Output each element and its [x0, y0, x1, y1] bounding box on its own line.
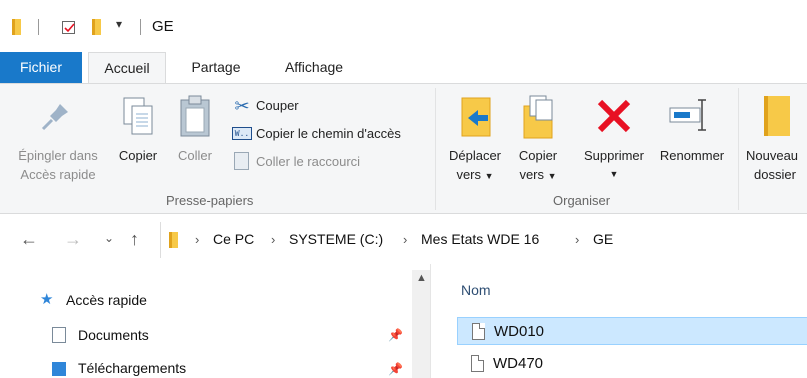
tab-fichier[interactable]: Fichier	[0, 52, 82, 83]
pin-icon: 📌	[388, 362, 403, 376]
move-label-line2: vers	[456, 167, 481, 182]
file-icon	[471, 355, 484, 372]
copy-path-icon: W..	[232, 127, 252, 140]
address-bar: ← → ⌄ ↑ › Ce PC › SYSTEME (C:) › Mes Eta…	[0, 218, 807, 264]
chevron-right-icon: ›	[403, 232, 408, 247]
copy-to-label-line1: Copier	[518, 148, 558, 163]
chevron-right-icon: ›	[575, 232, 580, 247]
title-bar: ▾ GE	[0, 0, 807, 52]
pin-label-line2: Accès rapide	[20, 167, 96, 182]
copy-to-button[interactable]: Copier vers ▼	[510, 146, 566, 186]
paste-button[interactable]: Coller	[170, 146, 220, 165]
file-name: WD470	[493, 355, 544, 372]
tab-affichage[interactable]: Affichage	[272, 52, 356, 83]
paste-shortcut-icon	[234, 152, 249, 170]
new-folder-button[interactable]: Nouveau dossier	[746, 146, 807, 184]
divider	[38, 19, 39, 35]
file-row[interactable]: WD470	[457, 350, 807, 378]
up-arrow-icon[interactable]: ↑	[130, 229, 139, 250]
path-box[interactable]: › Ce PC › SYSTEME (C:) › Mes Etats WDE 1…	[160, 222, 807, 258]
file-row[interactable]: WD010	[457, 317, 807, 345]
nav-item-quick-access[interactable]: Accès rapide	[66, 292, 147, 308]
file-icon	[472, 323, 485, 340]
star-icon: ★	[40, 291, 54, 308]
properties-checkbox-icon[interactable]	[62, 21, 75, 34]
copy-icon	[120, 96, 156, 143]
chevron-right-icon: ›	[195, 232, 200, 247]
move-to-icon	[458, 96, 494, 143]
nav-scrollbar[interactable]: ▲	[412, 270, 430, 378]
back-arrow-icon[interactable]: ←	[20, 229, 38, 250]
breadcrumb-mes-etats[interactable]: Mes Etats WDE 16	[421, 231, 539, 247]
file-list: Nom WD010 WD470	[430, 264, 807, 378]
new-folder-label-line2: dossier	[754, 167, 796, 182]
group-divider	[435, 88, 436, 210]
breadcrumb-ge[interactable]: GE	[593, 231, 613, 247]
file-name: WD010	[494, 323, 545, 340]
dropdown-arrow-icon: ▼	[609, 169, 619, 179]
scissors-icon: ✂	[234, 96, 250, 116]
group-divider	[738, 88, 739, 210]
clipboard-group-label: Presse-papiers	[166, 193, 254, 208]
paste-shortcut-button[interactable]: Coller le raccourci	[256, 152, 360, 171]
move-label-line1: Déplacer	[448, 148, 502, 163]
copy-to-icon	[518, 94, 558, 143]
new-folder-label-line1: Nouveau	[746, 148, 799, 163]
forward-arrow-icon[interactable]: →	[64, 229, 82, 250]
recent-locations-chevron-icon[interactable]: ⌄	[104, 231, 114, 245]
rename-button[interactable]: Renommer	[654, 146, 730, 165]
rename-icon	[668, 98, 712, 137]
organize-group-label: Organiser	[553, 193, 611, 208]
pin-icon	[38, 100, 72, 137]
new-folder-quick-icon[interactable]	[92, 19, 101, 35]
downloads-icon	[52, 362, 66, 376]
copy-button[interactable]: Copier	[113, 146, 163, 165]
pin-quick-access-button[interactable]: Épingler dans Accès rapide	[6, 146, 110, 184]
nav-item-downloads[interactable]: Téléchargements	[78, 360, 186, 376]
dropdown-arrow-icon: ▼	[547, 171, 557, 181]
tab-partage[interactable]: Partage	[180, 52, 252, 83]
move-to-button[interactable]: Déplacer vers ▼	[442, 146, 508, 186]
nav-item-documents[interactable]: Documents	[78, 327, 149, 343]
documents-icon	[52, 327, 66, 343]
tab-accueil[interactable]: Accueil	[88, 52, 166, 84]
breadcrumb-ce-pc[interactable]: Ce PC	[213, 231, 254, 247]
folder-icon	[12, 19, 21, 35]
delete-label: Supprimer	[584, 148, 644, 163]
folder-icon	[169, 232, 178, 248]
customize-toolbar-chevron-icon[interactable]: ▾	[116, 17, 122, 31]
delete-button[interactable]: Supprimer ▼	[576, 146, 652, 184]
new-folder-icon	[764, 96, 790, 136]
pin-label-line1: Épingler dans	[18, 148, 98, 163]
ribbon-tabs: Fichier Accueil Partage Affichage	[0, 52, 807, 84]
copy-path-button[interactable]: Copier le chemin d'accès	[256, 124, 401, 143]
delete-x-icon	[594, 96, 634, 139]
window-title: GE	[152, 18, 174, 35]
breadcrumb-systeme[interactable]: SYSTEME (C:)	[289, 231, 383, 247]
paste-icon	[178, 94, 212, 143]
divider	[140, 19, 141, 35]
dropdown-arrow-icon: ▼	[484, 171, 494, 181]
navigation-pane: ★ Accès rapide Documents 📌 Téléchargemen…	[0, 270, 430, 378]
pin-icon: 📌	[388, 328, 403, 342]
column-header-name[interactable]: Nom	[461, 282, 491, 298]
ribbon: Épingler dans Accès rapide Copier Coller…	[0, 83, 807, 214]
chevron-right-icon: ›	[271, 232, 276, 247]
scroll-up-arrow-icon[interactable]: ▲	[416, 272, 427, 284]
copy-to-label-line2: vers	[519, 167, 544, 182]
cut-button[interactable]: Couper	[256, 96, 299, 115]
